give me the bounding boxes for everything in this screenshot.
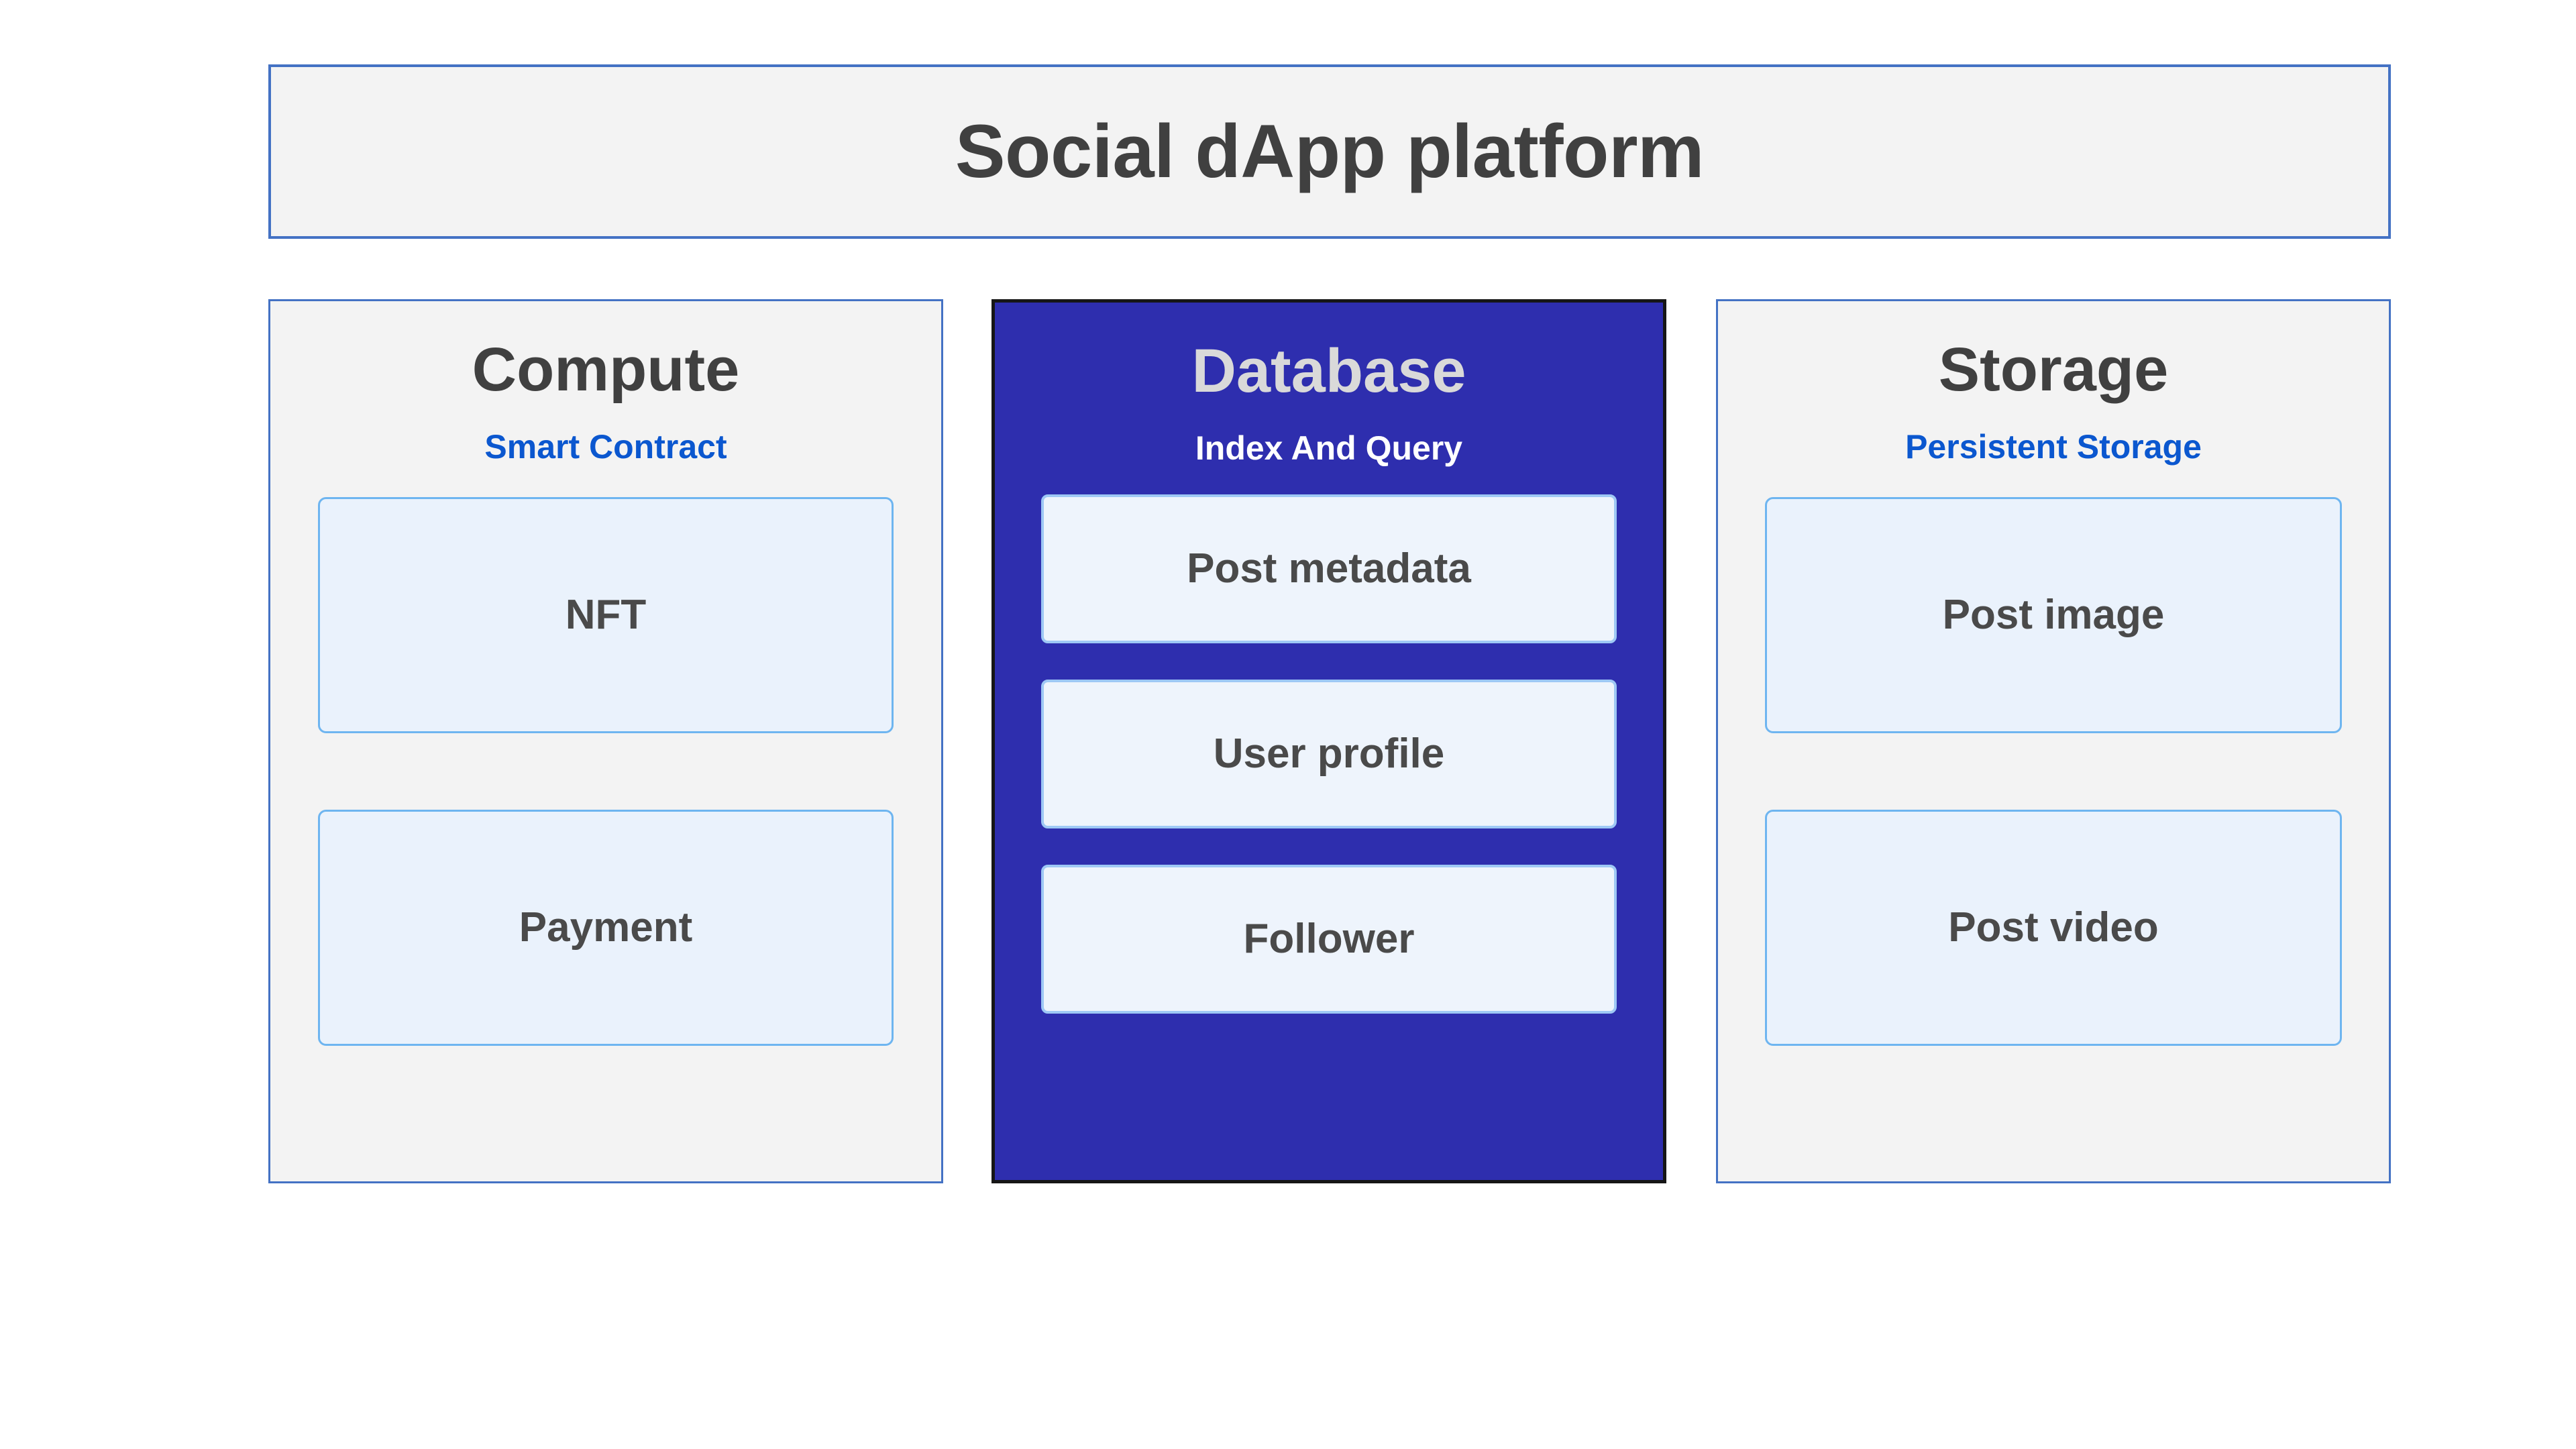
card-label: Post video xyxy=(1948,904,2159,951)
card-label: User profile xyxy=(1213,731,1445,777)
column-subtitle-compute: Smart Contract xyxy=(484,428,727,466)
card-nft[interactable]: NFT xyxy=(318,497,894,733)
card-label: NFT xyxy=(565,592,647,638)
card-stack-database: Post metadata User profile Follower xyxy=(995,494,1663,1014)
layer-column-database: Database Index And Query Post metadata U… xyxy=(991,299,1666,1183)
layer-column-compute: Compute Smart Contract NFT Payment xyxy=(268,299,943,1183)
card-follower[interactable]: Follower xyxy=(1041,865,1617,1014)
platform-banner: Social dApp platform xyxy=(268,64,2391,239)
card-post-image[interactable]: Post image xyxy=(1765,497,2342,733)
card-label: Post image xyxy=(1942,592,2165,638)
card-label: Post metadata xyxy=(1187,545,1471,592)
column-title-storage: Storage xyxy=(1938,335,2169,404)
card-user-profile[interactable]: User profile xyxy=(1041,680,1617,828)
architecture-columns: Compute Smart Contract NFT Payment Datab… xyxy=(268,299,2391,1183)
card-post-video[interactable]: Post video xyxy=(1765,810,2342,1046)
column-title-compute: Compute xyxy=(472,335,740,404)
card-post-metadata[interactable]: Post metadata xyxy=(1041,494,1617,643)
layer-column-storage: Storage Persistent Storage Post image Po… xyxy=(1716,299,2391,1183)
card-label: Payment xyxy=(519,904,693,951)
column-title-database: Database xyxy=(1191,337,1466,405)
column-subtitle-database: Index And Query xyxy=(1195,429,1463,467)
column-subtitle-storage: Persistent Storage xyxy=(1905,428,2202,466)
card-stack-storage: Post image Post video xyxy=(1718,497,2389,1046)
page-title: Social dApp platform xyxy=(955,109,1705,193)
card-stack-compute: NFT Payment xyxy=(270,497,941,1046)
card-label: Follower xyxy=(1243,916,1415,962)
card-payment[interactable]: Payment xyxy=(318,810,894,1046)
